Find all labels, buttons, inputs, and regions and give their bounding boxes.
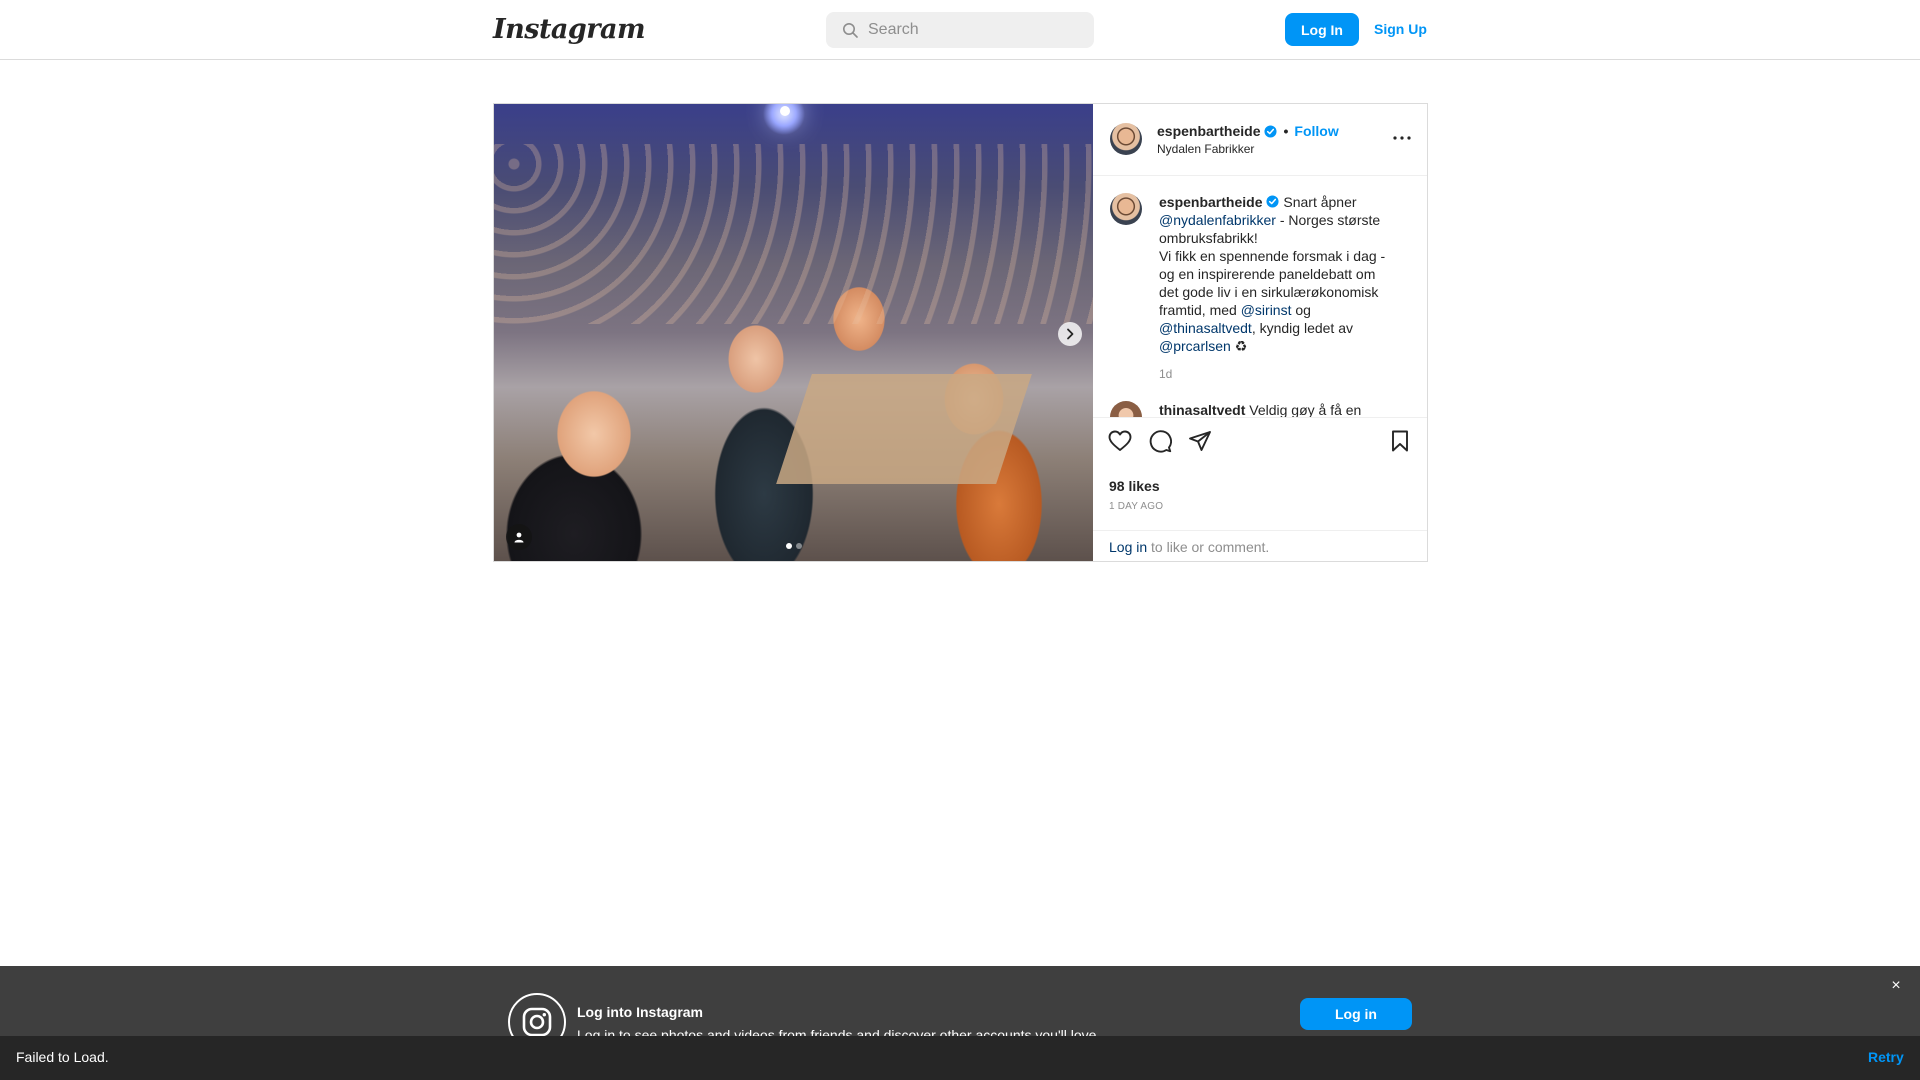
banner-title: Log into Instagram bbox=[577, 1004, 703, 1020]
carousel-next-button[interactable] bbox=[1058, 322, 1082, 346]
like-button[interactable] bbox=[1107, 428, 1133, 454]
toast-message: Failed to Load. bbox=[16, 1049, 109, 1065]
mention-link[interactable]: @thinasaltvedt bbox=[1159, 320, 1252, 336]
more-options-button[interactable] bbox=[1390, 126, 1414, 150]
photo-audience bbox=[494, 144, 1093, 324]
top-navigation-bar: Instagram Log In Sign Up bbox=[0, 0, 1920, 60]
mention-link[interactable]: @prcarlsen bbox=[1159, 338, 1231, 354]
close-icon[interactable]: × bbox=[1889, 977, 1903, 994]
more-horizontal-icon bbox=[1393, 136, 1411, 140]
caption-author-avatar[interactable] bbox=[1110, 193, 1142, 225]
post-photo[interactable] bbox=[494, 104, 1093, 561]
comment-username[interactable]: thinasaltvedt bbox=[1159, 402, 1245, 417]
search-box[interactable] bbox=[826, 12, 1094, 48]
search-input[interactable] bbox=[868, 12, 1078, 48]
comment-button[interactable] bbox=[1147, 428, 1173, 454]
instagram-logo[interactable]: Instagram bbox=[493, 14, 646, 45]
retry-button[interactable]: Retry bbox=[1868, 1049, 1904, 1065]
comment-text: thinasaltvedt Veldig gøy å få en snik- bbox=[1159, 401, 1394, 417]
carousel-dot bbox=[796, 543, 802, 549]
signup-link[interactable]: Sign Up bbox=[1374, 21, 1427, 37]
comments-section: espenbartheide Snart åpner @nydalenfabri… bbox=[1093, 177, 1427, 417]
caption-timestamp[interactable]: 1d bbox=[1159, 365, 1394, 383]
comment-icon bbox=[1149, 430, 1172, 453]
paper-plane-icon bbox=[1189, 431, 1211, 451]
search-icon bbox=[843, 23, 858, 38]
carousel-indicator bbox=[786, 543, 802, 549]
user-icon bbox=[514, 532, 524, 543]
photo-table bbox=[776, 374, 1032, 484]
caption-fragment: og bbox=[1295, 302, 1311, 318]
bookmark-icon bbox=[1392, 430, 1408, 452]
save-button[interactable] bbox=[1387, 428, 1413, 454]
header-separator: • bbox=[1283, 123, 1289, 139]
camera-icon bbox=[522, 1007, 552, 1037]
follow-button[interactable]: Follow bbox=[1294, 123, 1338, 139]
author-line: espenbartheide • Follow bbox=[1157, 123, 1339, 139]
heart-icon bbox=[1108, 430, 1132, 451]
tagged-users-button[interactable] bbox=[506, 524, 532, 550]
commenter-avatar[interactable] bbox=[1110, 401, 1142, 417]
carousel-dot-active bbox=[786, 543, 792, 549]
post-header: espenbartheide • Follow Nydalen Fabrikke… bbox=[1093, 104, 1427, 176]
login-button[interactable]: Log In bbox=[1285, 13, 1359, 46]
post-timestamp[interactable]: 1 DAY AGO bbox=[1109, 501, 1163, 512]
photo-stage-light bbox=[780, 106, 790, 116]
login-prompt-text: to like or comment. bbox=[1151, 539, 1270, 555]
caption-text: espenbartheide Snart åpner @nydalenfabri… bbox=[1159, 193, 1394, 383]
mention-link[interactable]: @nydalenfabrikker bbox=[1159, 212, 1276, 228]
post-location[interactable]: Nydalen Fabrikker bbox=[1157, 142, 1254, 156]
share-button[interactable] bbox=[1187, 428, 1213, 454]
error-toast: Failed to Load. Retry bbox=[0, 1036, 1920, 1080]
caption-fragment: , kyndig ledet av bbox=[1251, 320, 1353, 336]
likes-count[interactable]: 98 likes bbox=[1109, 478, 1160, 494]
login-prompt: Log in to like or comment. bbox=[1093, 530, 1427, 562]
author-avatar[interactable] bbox=[1110, 123, 1142, 155]
mention-link[interactable]: @sirinst bbox=[1241, 302, 1292, 318]
author-username[interactable]: espenbartheide bbox=[1157, 123, 1260, 139]
post-card: espenbartheide • Follow Nydalen Fabrikke… bbox=[493, 103, 1428, 562]
post-actions: 98 likes 1 DAY AGO Log in to like or com… bbox=[1093, 417, 1427, 561]
chevron-right-icon bbox=[1067, 328, 1074, 340]
verified-badge-icon bbox=[1266, 195, 1280, 208]
caption-fragment: Snart åpner bbox=[1283, 194, 1357, 210]
caption-username[interactable]: espenbartheide bbox=[1159, 194, 1262, 210]
post-sidebar: espenbartheide • Follow Nydalen Fabrikke… bbox=[1093, 104, 1427, 561]
verified-badge-icon bbox=[1264, 124, 1278, 138]
login-link[interactable]: Log in bbox=[1109, 539, 1147, 555]
recycle-emoji: ♻ bbox=[1234, 338, 1248, 354]
banner-login-button[interactable]: Log in bbox=[1300, 998, 1412, 1030]
